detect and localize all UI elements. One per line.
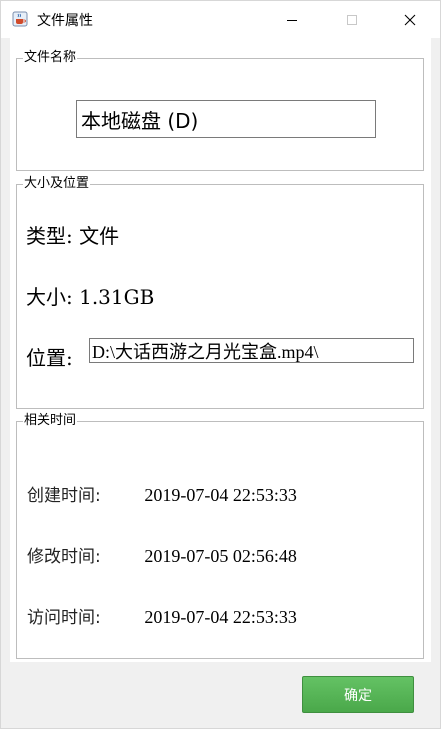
created-time-label: 创建时间: xyxy=(27,486,101,506)
size-location-legend: 大小及位置 xyxy=(24,176,90,191)
accessed-time-row: 访问时间: 2019-07-04 22:53:33 xyxy=(27,603,297,628)
content-panel: 文件名称 大小及位置 类型: 文件 大小: 1.31GB 位置: 相关时间 创建… xyxy=(10,38,431,662)
maximize-button[interactable] xyxy=(329,1,375,38)
close-icon xyxy=(404,14,416,25)
java-cup-icon xyxy=(12,11,28,27)
created-time-value: 2019-07-04 22:53:33 xyxy=(144,485,297,505)
accessed-time-value: 2019-07-04 22:53:33 xyxy=(144,607,297,627)
accessed-time-label: 访问时间: xyxy=(27,608,101,628)
close-button[interactable] xyxy=(387,1,433,38)
position-path-field[interactable] xyxy=(89,338,414,363)
time-legend: 相关时间 xyxy=(24,413,77,428)
window-title: 文件属性 xyxy=(37,13,93,29)
file-name-legend: 文件名称 xyxy=(24,50,77,65)
maximize-icon xyxy=(347,14,357,25)
position-label: 位置: xyxy=(26,346,73,370)
properties-window: 文件属性 文件名称 大小及位置 类型: 文件 大小: 1.31GB xyxy=(0,0,441,729)
modified-time-row: 修改时间: 2019-07-05 02:56:48 xyxy=(27,542,297,567)
file-name-field[interactable] xyxy=(76,100,376,138)
size-text: 大小: 1.31GB xyxy=(26,285,155,309)
modified-time-value: 2019-07-05 02:56:48 xyxy=(144,546,297,566)
title-bar[interactable]: 文件属性 xyxy=(1,1,440,38)
minimize-icon xyxy=(287,19,297,21)
type-text: 类型: 文件 xyxy=(26,224,120,248)
ok-button[interactable]: 确定 xyxy=(302,676,414,713)
minimize-button[interactable] xyxy=(269,1,315,38)
modified-time-label: 修改时间: xyxy=(27,547,101,567)
created-time-row: 创建时间: 2019-07-04 22:53:33 xyxy=(27,481,297,506)
